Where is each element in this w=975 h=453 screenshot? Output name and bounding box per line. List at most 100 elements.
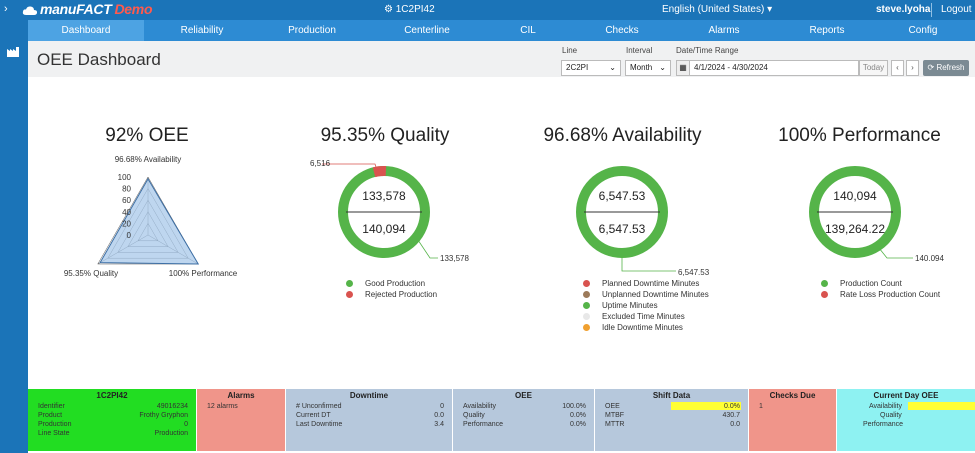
tab-checks[interactable]: Checks [564,20,680,41]
quality-total-value: 140,094 [362,222,406,236]
quality-donut-chart: 133,578 140,094 6,516 133,578 [310,159,469,263]
availability-bottom-value: 6,547.53 [599,222,646,236]
logout-link[interactable]: Logout [941,4,972,15]
tab-dashboard[interactable]: Dashboard [28,20,144,41]
factory-icon[interactable] [6,46,22,58]
radar-tick-label: 40 [122,208,131,217]
top-bar: › manuFACT Demo ⚙ 1C2PI42 English (United… [0,0,975,20]
row-key: Performance [863,421,904,428]
radar-series-area [99,177,200,265]
legend-label: Rejected Production [365,290,438,299]
tab-reliability[interactable]: Reliability [144,20,260,41]
radar-tick-label: 20 [122,219,131,228]
oee-title: 92% OEE [105,125,189,146]
leader-line-good [417,239,438,259]
legend-item[interactable]: Rejected Production [346,289,437,300]
language-select[interactable]: English (United States) ▾ [662,4,772,15]
quality-good-value: 133,578 [362,189,406,203]
oee-panel[interactable]: OEE Availability 100.0% Quality 0.0% Perfo… [453,389,594,451]
next-period-button[interactable]: › [906,60,919,76]
tab-alarms[interactable]: Alarms [666,20,782,41]
legend-label: Rate Loss Production Count [840,290,941,299]
row-key: Last Downtime [296,421,343,428]
legend-label: Production Count [840,279,902,288]
main-nav: Dashboard Reliability Production Centerl… [28,20,975,41]
line-indicator-label: 1C2PI42 [395,4,435,15]
quality-legend: Good Production Rejected Production [346,278,437,300]
availability-top-value: 6,547.53 [599,189,646,203]
availability-donut-chart: 6,547.53 6,547.53 6,547.53 [576,166,710,277]
quality-title: 95.35% Quality [320,125,450,146]
checks-due-panel[interactable]: Checks Due 1 [749,389,836,451]
tab-production[interactable]: Production [254,20,370,41]
alarms-panel[interactable]: Alarms 12 alarms [197,389,285,451]
app-logo: manuFACT Demo [22,1,153,17]
legend-dot-icon [583,291,590,298]
line-select[interactable]: 2C2PI ⌄ [561,60,621,76]
caret-down-icon: ⌄ [659,63,666,72]
row-key: OEE [605,403,620,410]
caret-down-icon: ▾ [767,4,773,15]
row-key: Quality [463,412,485,419]
user-name[interactable]: steve.lyoha [876,4,930,15]
legend-item[interactable]: Rate Loss Production Count [821,289,940,300]
expand-chevron-icon[interactable]: › [4,3,8,15]
radar-tick-label: 60 [122,196,131,205]
downtime-panel[interactable]: Downtime # Unconfirmed 0 Current DT 0.0 La… [286,389,452,451]
row-key: Availability [463,403,496,410]
radar-tick-label: 80 [122,185,131,194]
performance-title: 100% Performance [778,125,941,146]
legend-item[interactable]: Production Count [821,278,940,289]
today-button[interactable]: Today [859,60,888,76]
panel-row: Performance [837,420,975,429]
row-value: 100.0% [562,403,586,410]
radar-tick-label: 100 [118,173,132,182]
radar-axis-performance: 100% Performance [169,269,238,278]
availability-uptime-label: 6,547.53 [678,268,710,277]
panel-row: OEE 0.0% [595,402,748,411]
panel-row: Quality 0.0% [453,411,594,420]
row-key: 1 [759,403,763,410]
row-key: Identifier [38,403,65,410]
page-title: OEE Dashboard [37,50,161,69]
calendar-icon[interactable]: ▦ [676,60,690,76]
performance-legend: Production Count Rate Loss Production Co… [821,278,940,300]
tab-centerline[interactable]: Centerline [369,20,485,41]
panel-row: Identifier 49016234 [28,402,196,411]
line-status-panel[interactable]: 1C2PI42 Identifier 49016234 Product Frothy… [28,389,196,451]
refresh-label: Refresh [936,63,965,72]
panel-title: Downtime [349,391,389,400]
leader-line-uptime [621,258,676,272]
row-value: 49016234 [156,403,188,410]
chevron-right-icon: › [911,63,914,72]
refresh-button[interactable]: ⟳ Refresh [923,60,969,76]
prev-period-button[interactable]: ‹ [891,60,904,76]
tab-config[interactable]: Config [871,20,975,41]
chevron-left-icon: ‹ [896,63,899,72]
legend-item[interactable]: Good Production [346,278,437,289]
legend-item[interactable]: Uptime Minutes [583,300,709,311]
legend-item[interactable]: Unplanned Downtime Minutes [583,289,709,300]
row-key: Product [38,412,63,419]
current-day-oee-panel[interactable]: Current Day OEE Availability Quality Per… [837,389,975,451]
panel-row: Production 0 [28,420,196,429]
tab-reports[interactable]: Reports [769,20,885,41]
row-key: Availability [869,403,902,410]
interval-select[interactable]: Month ⌄ [625,60,671,76]
legend-label: Idle Downtime Minutes [602,323,683,332]
daterange-input[interactable]: 4/1/2024 - 4/30/2024 [689,60,859,76]
legend-item[interactable]: Excluded Time Minutes [583,311,709,322]
quality-rejected-label: 6,516 [310,159,331,168]
legend-item[interactable]: Planned Downtime Minutes [583,278,709,289]
row-value: 3.4 [434,421,444,428]
row-key: MTTR [605,421,625,428]
row-value: Frothy Gryphon [139,412,188,419]
refresh-icon: ⟳ [927,63,935,72]
line-label: Line [562,46,578,55]
sidebar [0,20,28,453]
legend-item[interactable]: Idle Downtime Minutes [583,322,709,333]
line-indicator[interactable]: ⚙ 1C2PI42 [384,4,435,15]
row-value: 0 [184,421,188,428]
row-key: 12 alarms [207,403,238,410]
shift-data-panel[interactable]: Shift Data OEE 0.0% MTBF 430.7 MTTR 0.0 [595,389,748,451]
